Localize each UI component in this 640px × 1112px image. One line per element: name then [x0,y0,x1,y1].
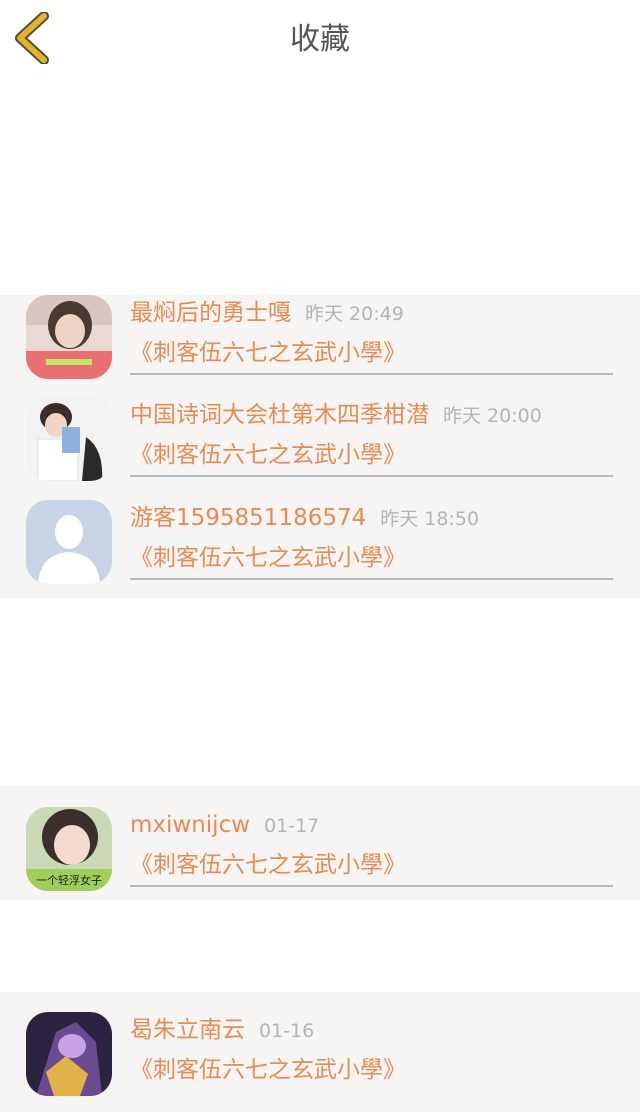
avatar[interactable] [26,397,112,481]
work-title-link[interactable]: 《刺客伍六七之玄武小學》 [130,538,613,580]
avatar-caption: 一个轻浮女子 [36,873,102,887]
work-title-link[interactable]: 《刺客伍六七之玄武小學》 [130,333,613,375]
game-character-avatar [26,1012,112,1096]
username[interactable]: mxiwnijcw [130,812,250,838]
avatar[interactable]: 一个轻浮女子 [26,807,112,891]
page-title: 收藏 [290,22,350,57]
favorite-item[interactable]: 一个轻浮女子 mxiwnijcw 01-17 《刺客伍六七之玄武小學》 [0,805,640,907]
timestamp: 昨天 20:49 [305,303,404,325]
favorite-item[interactable]: 曷朱立南云 01-16 《刺客伍六七之玄武小學》 [0,1010,640,1112]
redacted-area [0,80,640,295]
favorite-meta: 最焖后的勇士嘎 昨天 20:49 [130,293,404,333]
default-person-avatar [26,500,112,584]
favorite-item[interactable]: 最焖后的勇士嘎 昨天 20:49 《刺客伍六七之玄武小學》 [0,293,640,395]
avatar[interactable] [26,500,112,584]
redacted-area [0,900,640,992]
favorite-item[interactable]: 游客1595851186574 昨天 18:50 《刺客伍六七之玄武小學》 [0,498,640,600]
timestamp: 01-16 [259,1020,315,1042]
username[interactable]: 最焖后的勇士嘎 [130,300,291,326]
favorite-item[interactable]: 中国诗词大会杜第木四季柑潜 昨天 20:00 《刺客伍六七之玄武小學》 [0,395,640,497]
boy-photo-avatar [26,397,112,481]
girl-photo-avatar [26,295,112,379]
redacted-area [0,598,640,786]
username[interactable]: 游客1595851186574 [130,505,366,531]
work-title-link[interactable]: 《刺客伍六七之玄武小學》 [130,845,613,887]
timestamp: 昨天 18:50 [380,508,480,530]
favorite-meta: 中国诗词大会杜第木四季柑潜 昨天 20:00 [130,395,542,435]
header-bar: 收藏 [0,0,640,80]
favorite-meta: 曷朱立南云 01-16 [130,1010,314,1050]
timestamp: 昨天 20:00 [443,405,542,427]
work-title-link[interactable]: 《刺客伍六七之玄武小學》 [130,1050,613,1090]
favorite-meta: mxiwnijcw 01-17 [130,805,319,845]
girl-portrait-avatar: 一个轻浮女子 [26,807,112,891]
username[interactable]: 曷朱立南云 [130,1017,245,1043]
timestamp: 01-17 [264,815,320,837]
favorite-meta: 游客1595851186574 昨天 18:50 [130,498,479,538]
username[interactable]: 中国诗词大会杜第木四季柑潜 [130,402,429,428]
avatar[interactable] [26,1012,112,1096]
work-title-link[interactable]: 《刺客伍六七之玄武小學》 [130,435,613,477]
avatar[interactable] [26,295,112,379]
